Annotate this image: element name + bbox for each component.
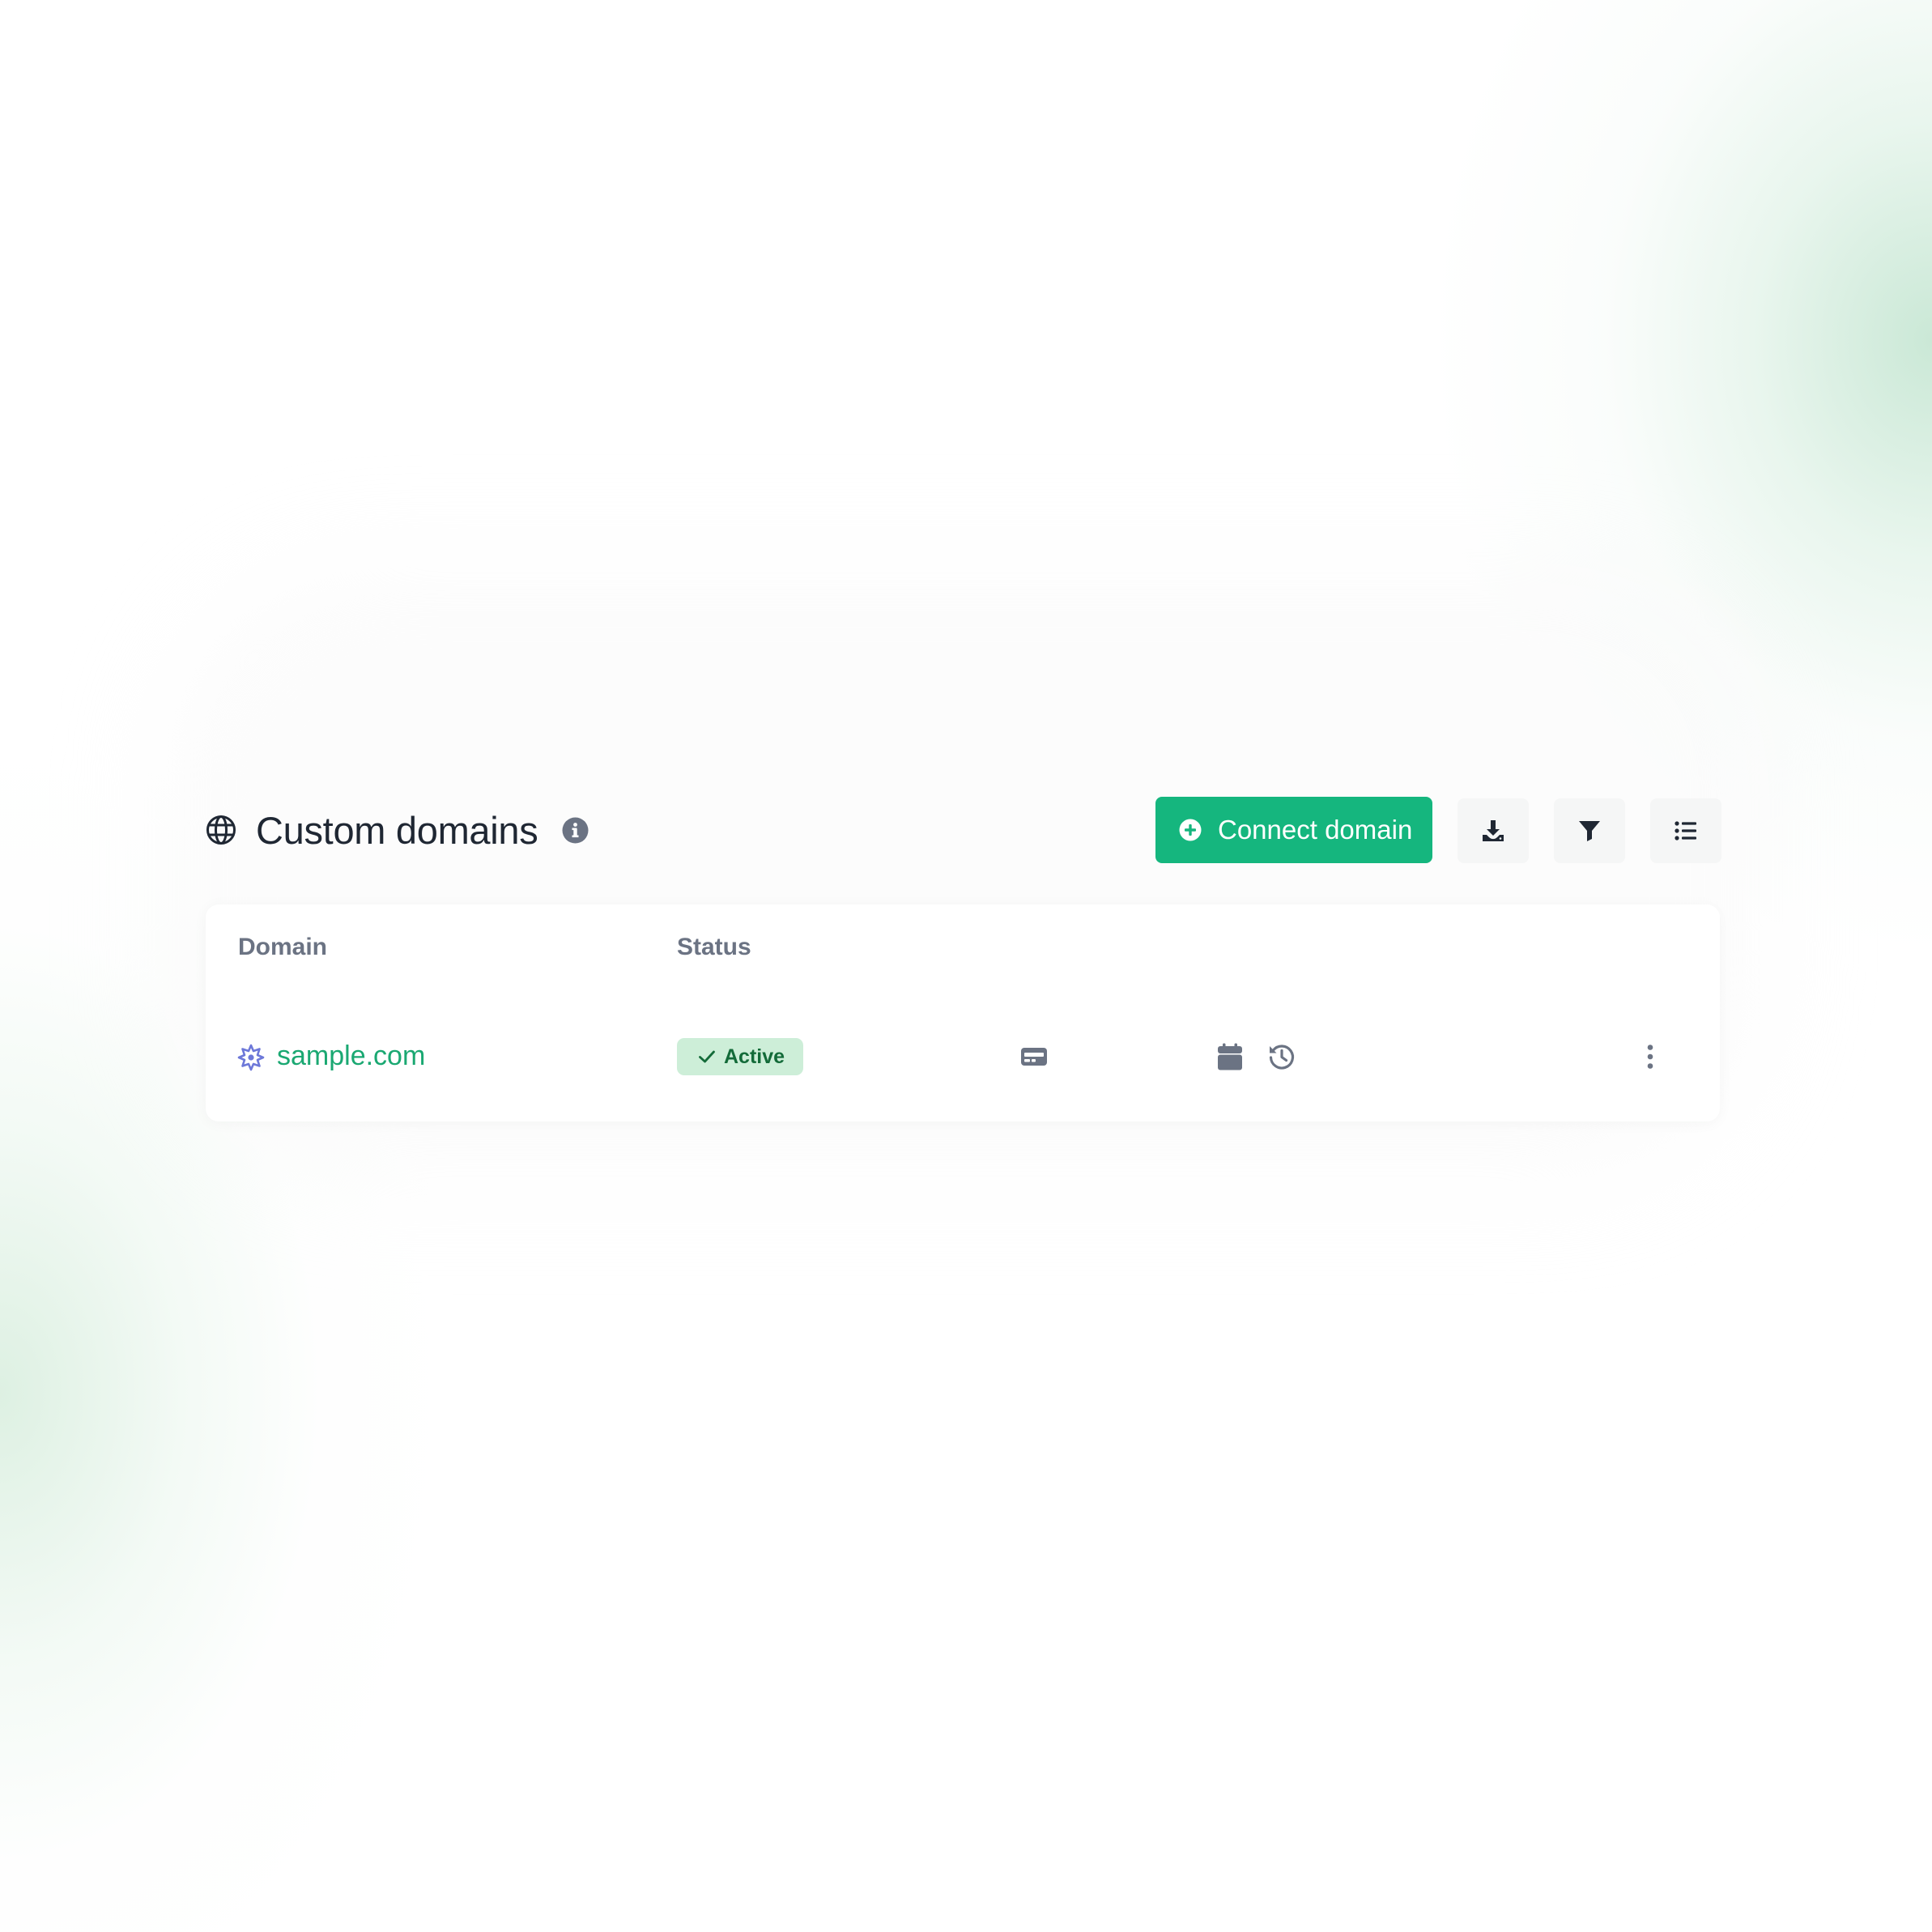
filter-button[interactable] (1554, 798, 1625, 863)
card-icon[interactable] (1019, 1042, 1049, 1071)
domains-table: Domain Status sample.com Active (206, 904, 1720, 1121)
badge-icon (237, 1044, 265, 1071)
column-header-status[interactable]: Status (677, 934, 751, 961)
list-icon (1675, 821, 1696, 840)
status-badge: Active (677, 1038, 803, 1075)
info-icon[interactable] (562, 817, 589, 844)
plus-circle-icon (1179, 819, 1202, 841)
connect-domain-label: Connect domain (1218, 815, 1413, 845)
globe-icon (206, 815, 236, 845)
more-vertical-icon[interactable] (1636, 1042, 1665, 1071)
download-button[interactable] (1458, 798, 1529, 863)
filter-icon (1579, 821, 1600, 841)
table-row: sample.com Active (206, 1024, 1720, 1097)
domain-link[interactable]: sample.com (277, 1040, 425, 1072)
check-icon (699, 1050, 715, 1063)
status-label: Active (724, 1045, 785, 1068)
page-header: Custom domains Connect domain (204, 797, 1721, 863)
list-view-button[interactable] (1650, 798, 1721, 863)
calendar-icon[interactable] (1215, 1042, 1245, 1071)
page-title: Custom domains (256, 809, 538, 852)
column-header-domain[interactable]: Domain (238, 934, 327, 961)
download-icon (1483, 820, 1504, 841)
connect-domain-button[interactable]: Connect domain (1155, 797, 1432, 863)
history-icon[interactable] (1267, 1042, 1296, 1071)
